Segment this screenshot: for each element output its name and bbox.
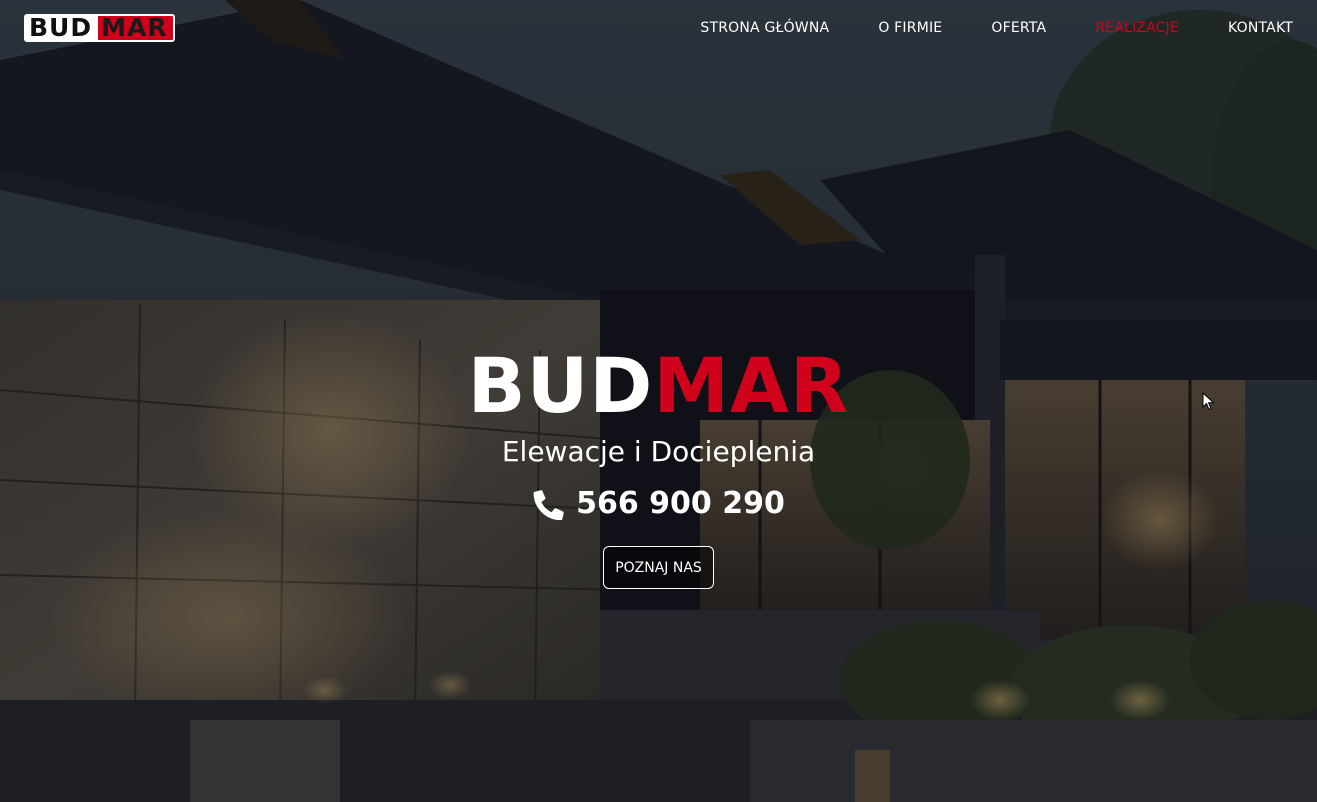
logo[interactable]: BUD MAR [24, 14, 175, 42]
nav-item-o-firmie[interactable]: O FIRMIE [878, 20, 942, 36]
nav-item-realizacje[interactable]: REALIZACJE [1095, 20, 1179, 36]
hero-title-red: MAR [653, 341, 850, 430]
logo-part-mar: MAR [98, 14, 175, 42]
poznaj-nas-button[interactable]: POZNAJ NAS [603, 546, 714, 589]
mouse-cursor-icon [1202, 392, 1215, 411]
main-nav: STRONA GŁÓWNA O FIRMIE OFERTA REALIZACJE… [651, 20, 1293, 36]
hero-title: BUDMAR [468, 340, 850, 432]
phone-row[interactable]: 566 900 290 [532, 486, 785, 522]
nav-item-kontakt[interactable]: KONTAKT [1228, 20, 1293, 36]
hero-content: BUDMAR Elewacje i Docieplenia 566 900 29… [0, 340, 1317, 589]
nav-item-oferta[interactable]: OFERTA [991, 20, 1046, 36]
nav-item-strona-glowna[interactable]: STRONA GŁÓWNA [700, 20, 829, 36]
hero-title-white: BUD [467, 341, 654, 430]
phone-number[interactable]: 566 900 290 [576, 486, 785, 522]
logo-part-bud: BUD [24, 14, 99, 42]
hero-subtitle: Elewacje i Docieplenia [501, 435, 816, 468]
phone-icon [533, 490, 564, 520]
site-header: BUD MAR STRONA GŁÓWNA O FIRMIE OFERTA RE… [0, 0, 1317, 56]
